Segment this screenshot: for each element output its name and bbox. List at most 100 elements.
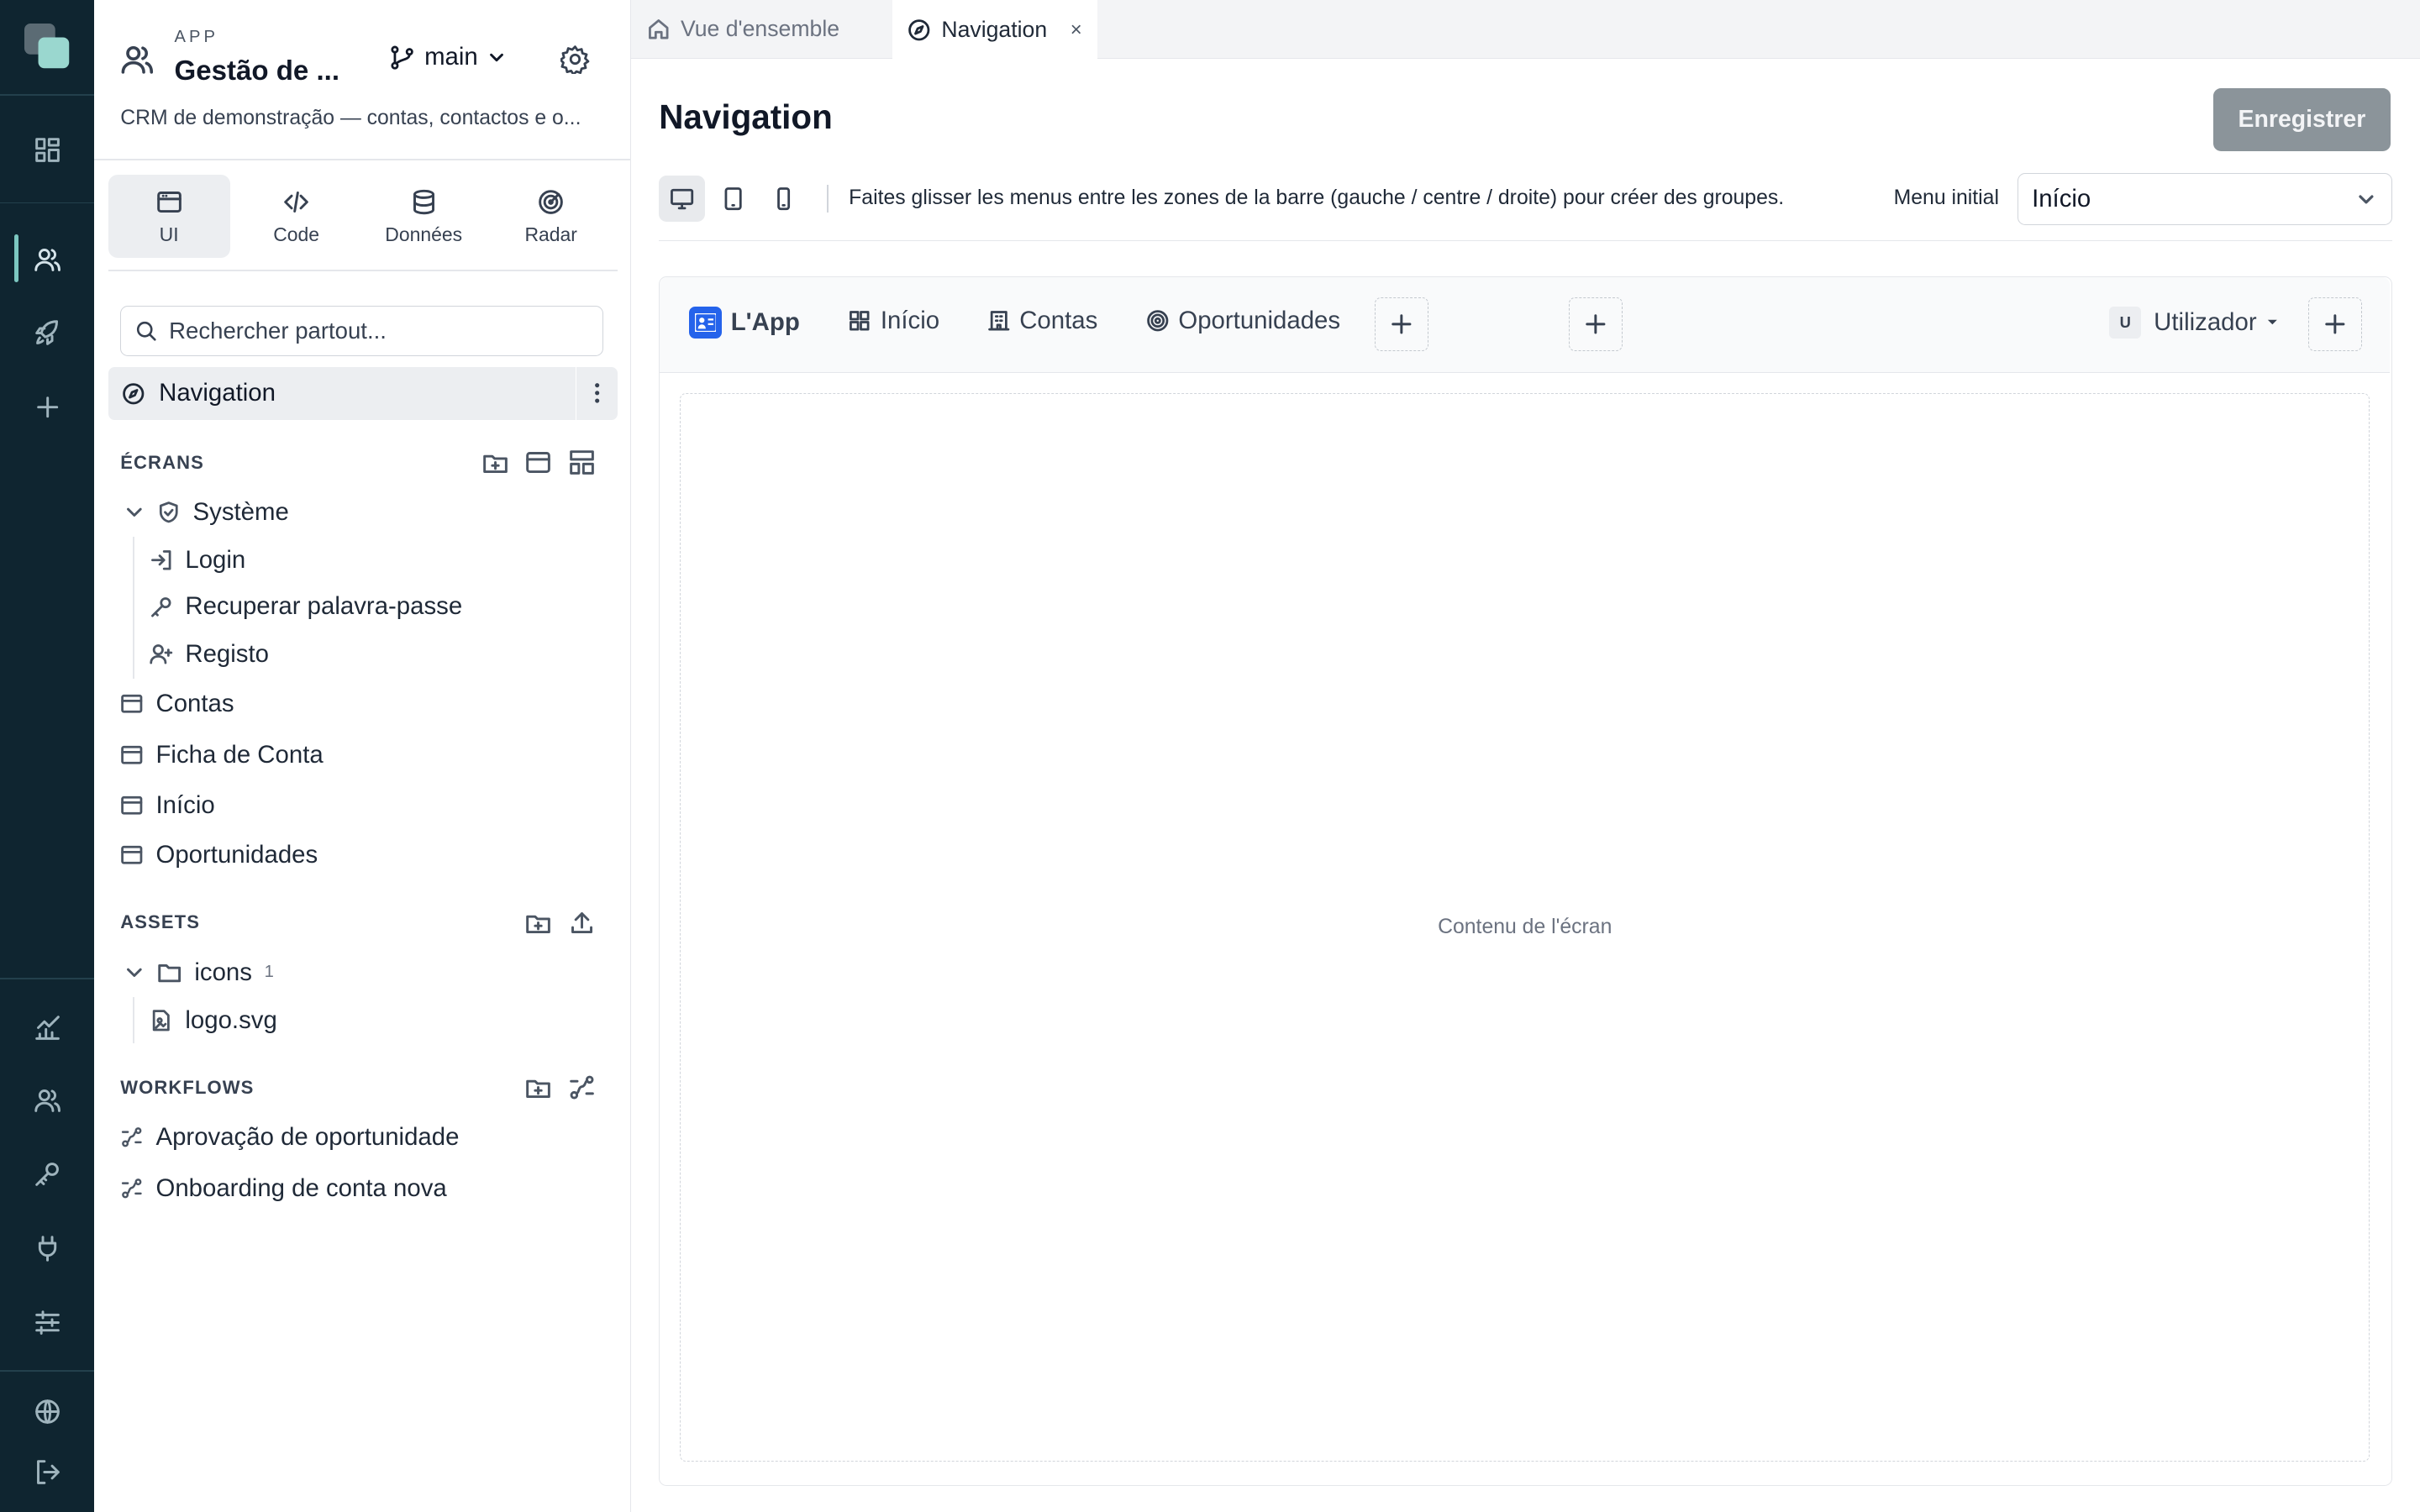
workflow-icon[interactable] — [568, 1074, 596, 1101]
initial-menu-select[interactable]: Início — [2017, 172, 2392, 226]
menu-label: Início — [880, 306, 940, 334]
tab-donnees[interactable]: Données — [363, 175, 485, 258]
window-icon — [121, 745, 143, 764]
analytics-icon[interactable] — [28, 1007, 68, 1047]
asset-logo-svg[interactable]: logo.svg — [150, 1006, 277, 1035]
window-icon — [121, 846, 143, 864]
database-icon — [413, 189, 434, 214]
page-title: Navigation — [659, 97, 833, 136]
screen-login[interactable]: Login — [150, 546, 245, 575]
window-icon — [121, 796, 143, 816]
logo-icon[interactable] — [24, 23, 71, 70]
tree-guide — [132, 996, 134, 1043]
team-icon[interactable] — [28, 1080, 68, 1121]
tablet-icon[interactable] — [710, 176, 756, 222]
workflow-aprovacao[interactable]: Aprovação de oportunidade — [120, 1123, 459, 1152]
tree-label: Contas — [155, 690, 234, 717]
nav-menu-inicio[interactable]: Início — [848, 307, 939, 335]
desktop-icon[interactable] — [659, 176, 706, 223]
tree-label: icons — [194, 958, 252, 986]
new-screen-icon[interactable] — [524, 449, 552, 476]
tab-vue-ensemble[interactable]: Vue d'ensemble — [631, 0, 892, 59]
folder-plus-icon[interactable] — [524, 1074, 552, 1101]
user-menu[interactable]: U Utilizador — [2108, 306, 2278, 339]
folder-count: 1 — [264, 963, 274, 982]
nav-brand[interactable]: L'App — [689, 306, 800, 339]
sidebar-divider — [108, 270, 618, 272]
image-file-icon — [152, 1009, 170, 1032]
sidebar-item-navigation[interactable]: Navigation — [108, 367, 618, 420]
mobile-icon[interactable] — [760, 176, 807, 222]
key-icon[interactable] — [28, 1154, 68, 1194]
code-icon — [284, 191, 308, 213]
app-rail — [0, 0, 95, 1512]
folder-icons[interactable]: icons 1 — [124, 958, 274, 987]
nav-menu-oportunidades[interactable]: Oportunidades — [1146, 307, 1340, 335]
nav-menu-contas[interactable]: Contas — [987, 307, 1097, 335]
app-kicker: APP — [174, 28, 219, 47]
screen-recuperar[interactable]: Recuperar palavra-passe — [150, 592, 462, 621]
editor-tabbar: Vue d'ensemble Navigation × — [631, 0, 2420, 60]
search-input[interactable]: Rechercher partout... — [120, 305, 604, 357]
target-icon — [1147, 310, 1169, 332]
sidebar-divider — [94, 159, 632, 160]
close-icon[interactable]: × — [1071, 18, 1082, 42]
tree-label: Login — [185, 546, 246, 575]
rocket-icon[interactable] — [28, 313, 68, 354]
tab-navigation[interactable]: Navigation × — [892, 0, 1097, 60]
plus-icon — [1586, 314, 1606, 334]
workflow-onboarding[interactable]: Onboarding de conta nova — [120, 1174, 447, 1203]
tab-ui[interactable]: UI — [108, 174, 230, 258]
tree-label: Recuperar palavra-passe — [185, 592, 463, 621]
add-center-menu-button[interactable] — [1569, 297, 1623, 351]
dashboard-icon[interactable] — [28, 129, 68, 170]
initial-menu-label: Menu initial — [1893, 186, 1999, 210]
upload-icon[interactable] — [568, 909, 596, 937]
screen-inicio[interactable]: Início — [120, 791, 215, 820]
folder-plus-icon[interactable] — [481, 449, 509, 476]
app-title[interactable]: Gestão de ... — [175, 55, 340, 87]
tree-label: Registo — [185, 640, 269, 669]
more-vertical-icon[interactable] — [576, 367, 618, 420]
tab-radar[interactable]: Radar — [490, 175, 612, 258]
layout-template-icon[interactable] — [568, 449, 596, 476]
sidebar-item-label: Navigation — [159, 379, 276, 407]
add-icon[interactable] — [28, 387, 68, 428]
screen-ficha-de-conta[interactable]: Ficha de Conta — [120, 741, 324, 769]
chevron-down-icon — [126, 968, 142, 977]
folder-systeme[interactable]: Système — [124, 498, 289, 527]
window-icon — [156, 191, 182, 213]
folder-plus-icon[interactable] — [524, 909, 552, 937]
globe-icon[interactable] — [28, 1392, 68, 1432]
tab-label: Navigation — [941, 17, 1048, 43]
screen-contas[interactable]: Contas — [120, 690, 234, 718]
save-button[interactable]: Enregistrer — [2212, 87, 2391, 151]
sliders-icon[interactable] — [28, 1302, 68, 1342]
tab-label: Données — [385, 223, 463, 245]
avatar: U — [2108, 306, 2142, 339]
assets-heading: ASSETS — [120, 911, 201, 933]
users-icon[interactable] — [28, 239, 68, 280]
home-icon — [648, 19, 669, 39]
caret-down-icon — [2267, 320, 2277, 325]
menu-label: Oportunidades — [1178, 306, 1341, 334]
screen-registo[interactable]: Registo — [150, 640, 269, 669]
search-placeholder: Rechercher partout... — [169, 317, 387, 344]
preview-canvas: L'App Início Contas Oportunidades U Util… — [659, 276, 2392, 1486]
nav-bar-preview: L'App Início Contas Oportunidades U Util… — [660, 276, 2391, 373]
radar-icon — [539, 189, 564, 214]
logout-icon[interactable] — [28, 1452, 68, 1492]
workflows-heading: WORKFLOWS — [120, 1077, 255, 1099]
app-description: CRM de demonstração — contas, contactos … — [120, 106, 581, 129]
tab-label: Vue d'ensemble — [680, 16, 840, 42]
tab-code[interactable]: Code — [235, 175, 357, 258]
user-plus-icon — [150, 644, 173, 664]
screen-oportunidades[interactable]: Oportunidades — [120, 841, 318, 869]
branch-selector[interactable]: main — [389, 43, 506, 71]
gear-icon[interactable] — [560, 45, 590, 75]
add-right-menu-button[interactable] — [2307, 297, 2363, 351]
folder-icon — [158, 963, 182, 983]
rail-divider — [0, 978, 95, 980]
add-left-menu-button[interactable] — [1374, 297, 1428, 351]
plug-icon[interactable] — [28, 1228, 68, 1268]
